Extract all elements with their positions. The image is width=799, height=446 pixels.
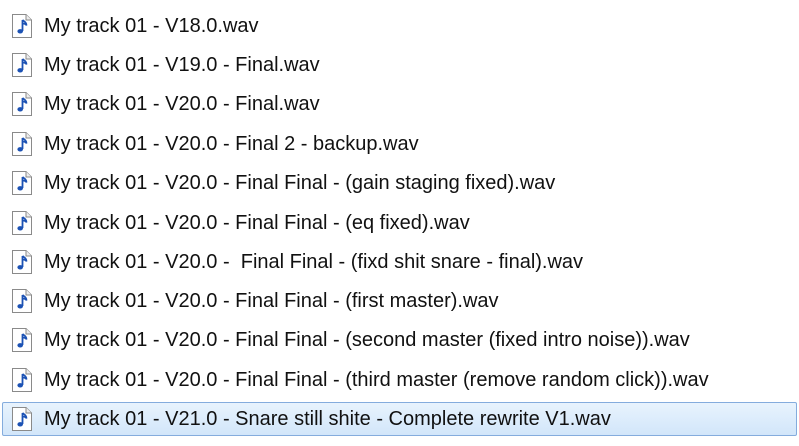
file-row[interactable]: My track 01 - V20.0 - Final Final - (gai… — [2, 166, 797, 200]
file-name: My track 01 - V20.0 - Final Final - (eq … — [44, 211, 470, 234]
file-row[interactable]: My track 01 - V20.0 - Final Final - (thi… — [2, 363, 797, 397]
audio-file-icon — [12, 368, 32, 392]
file-name: My track 01 - V20.0 - Final 2 - backup.w… — [44, 132, 419, 155]
file-name: My track 01 - V20.0 - Final Final - (fir… — [44, 289, 499, 312]
audio-file-icon — [12, 289, 32, 313]
file-row[interactable]: My track 01 - V20.0 - Final Final - (eq … — [2, 206, 797, 240]
audio-file-icon — [12, 132, 32, 156]
file-row[interactable]: My track 01 - V20.0 - Final.wav — [2, 87, 797, 121]
audio-file-icon — [12, 53, 32, 77]
file-row[interactable]: My track 01 - V20.0 - Final Final - (fir… — [2, 284, 797, 318]
file-name: My track 01 - V19.0 - Final.wav — [44, 53, 320, 76]
audio-file-icon — [12, 14, 32, 38]
file-name: My track 01 - V21.0 - Snare still shite … — [44, 407, 611, 430]
file-name: My track 01 - V20.0 - Final Final - (sec… — [44, 328, 690, 351]
file-name: My track 01 - V20.0 - Final.wav — [44, 92, 320, 115]
file-row[interactable]: My track 01 - V20.0 - Final Final - (sec… — [2, 323, 797, 357]
file-name: My track 01 - V20.0 - Final Final - (thi… — [44, 368, 709, 391]
file-row[interactable]: My track 01 - V19.0 - Final.wav — [2, 48, 797, 82]
file-row[interactable]: My track 01 - V20.0 - Final 2 - backup.w… — [2, 127, 797, 161]
audio-file-icon — [12, 407, 32, 431]
file-name: My track 01 - V20.0 - Final Final - (fix… — [44, 250, 584, 273]
audio-file-icon — [12, 250, 32, 274]
audio-file-icon — [12, 328, 32, 352]
file-row[interactable]: My track 01 - V21.0 - Snare still shite … — [2, 402, 797, 436]
file-row[interactable]: My track 01 - V18.0.wav — [2, 9, 797, 43]
audio-file-icon — [12, 171, 32, 195]
audio-file-icon — [12, 92, 32, 116]
audio-file-icon — [12, 211, 32, 235]
file-row[interactable]: My track 01 - V20.0 - Final Final - (fix… — [2, 245, 797, 279]
file-name: My track 01 - V18.0.wav — [44, 14, 259, 37]
file-list: My track 01 - V18.0.wav My track 01 - V19… — [0, 0, 799, 446]
file-name: My track 01 - V20.0 - Final Final - (gai… — [44, 171, 556, 194]
